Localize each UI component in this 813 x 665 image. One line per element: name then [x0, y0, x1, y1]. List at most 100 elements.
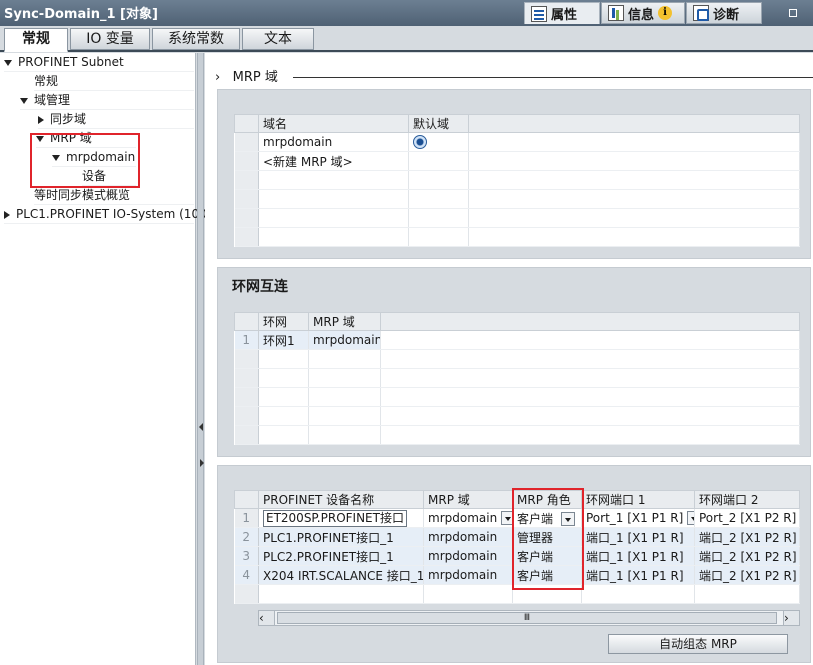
tab-texts[interactable]: 文本: [242, 28, 314, 50]
auto-configure-mrp-button[interactable]: 自动组态 MRP: [608, 634, 788, 654]
scroll-right-icon[interactable]: ›: [783, 611, 799, 625]
info-icon: [608, 5, 624, 21]
default-domain-cell[interactable]: [408, 132, 469, 152]
table-row[interactable]: <新建 MRP 域>: [234, 151, 800, 171]
device-name-cell[interactable]: PLC1.PROFINET接口_1: [258, 527, 424, 547]
section-divider: [293, 77, 813, 78]
expand-right-icon[interactable]: [200, 459, 204, 467]
tab-properties-label: 属性: [551, 8, 578, 23]
default-domain-radio[interactable]: [413, 135, 427, 150]
ring-port-1-cell[interactable]: 端口_1 [X1 P1 R]: [581, 546, 695, 566]
column-header-ring-port-1[interactable]: 环网端口 1: [581, 490, 695, 509]
tab-properties[interactable]: 属性: [524, 2, 600, 24]
properties-content: › MRP 域 域名 默认域 mrpdomain <新建 MRP 域> 环网互连…: [205, 53, 813, 665]
row-number: 2: [234, 527, 259, 547]
table-row[interactable]: 1 环网1 mrpdomain: [234, 330, 800, 350]
window-controls[interactable]: [787, 6, 809, 18]
row-number: 3: [234, 546, 259, 566]
scrollbar-thumb[interactable]: Ⅲ: [277, 612, 777, 624]
ring-port-1-cell[interactable]: 端口_1 [X1 P1 R]: [581, 565, 695, 585]
row-number-header: [234, 312, 259, 331]
window-title: Sync-Domain_1 [对象]: [4, 7, 158, 22]
tree-item-label: 域管理: [34, 93, 71, 107]
property-tabs: 常规 IO 变量 系统常数 文本: [0, 26, 813, 52]
tree-item-label: 等时同步模式概览: [34, 188, 131, 202]
tree-item-io-system[interactable]: PLC1.PROFINET IO-System (100): [4, 205, 211, 224]
expand-arrow-icon[interactable]: [20, 97, 28, 104]
column-header-device-name[interactable]: PROFINET 设备名称: [258, 490, 424, 509]
tree-item-isochronous-overview[interactable]: 等时同步模式概览: [34, 186, 194, 205]
device-role-panel: PROFINET 设备名称 MRP 域 MRP 角色 环网端口 1 环网端口 2…: [217, 465, 811, 663]
tab-info[interactable]: 信息 i: [601, 2, 685, 24]
ring-table: 环网 MRP 域 1 环网1 mrpdomain: [234, 312, 800, 445]
dropdown-arrow-icon[interactable]: [687, 511, 694, 526]
navigation-tree: PROFINET Subnet 常规 域管理 同步域 MRP 域 mrpdoma…: [0, 53, 211, 665]
ring-port-2-cell[interactable]: Port_2 [X1 P2 R]: [694, 508, 800, 528]
ring-port-1-cell[interactable]: 端口_1 [X1 P1 R]: [581, 527, 695, 547]
tree-item-label: PROFINET Subnet: [18, 55, 124, 69]
ring-port-1-cell[interactable]: Port_1 [X1 P1 R]: [581, 508, 695, 528]
row-number-header: [234, 114, 259, 133]
new-domain-cell[interactable]: <新建 MRP 域>: [258, 151, 409, 171]
mrp-domain-panel: 域名 默认域 mrpdomain <新建 MRP 域>: [217, 89, 811, 259]
ring-port-2-cell[interactable]: 端口_2 [X1 P2 R]: [694, 546, 800, 566]
column-header-domain-name[interactable]: 域名: [258, 114, 409, 133]
collapse-left-icon[interactable]: [199, 423, 203, 431]
breadcrumb: › MRP 域: [215, 66, 278, 85]
tree-item-general[interactable]: 常规: [34, 72, 194, 91]
row-number: [234, 132, 259, 152]
domain-name-cell[interactable]: mrpdomain: [258, 132, 409, 152]
tab-io-tags[interactable]: IO 变量: [70, 28, 150, 50]
ring-port-2-value: Port_2 [X1 P2 R]: [699, 510, 797, 525]
device-name-input[interactable]: ET200SP.PROFINET接口: [263, 509, 407, 527]
ring-port-2-cell[interactable]: 端口_2 [X1 P2 R]: [694, 565, 800, 585]
column-header-ring-port-2[interactable]: 环网端口 2: [694, 490, 800, 509]
column-header-mrp-domain[interactable]: MRP 域: [423, 490, 513, 509]
tree-item-profinet-subnet[interactable]: PROFINET Subnet: [4, 53, 194, 72]
table-row[interactable]: mrpdomain: [234, 132, 800, 152]
collapse-arrow-icon[interactable]: [38, 115, 44, 124]
panel-splitter[interactable]: [197, 53, 204, 665]
panel-title: 环网互连: [232, 279, 288, 295]
scroll-left-icon[interactable]: ‹: [259, 611, 275, 625]
row-number-header: [234, 490, 259, 509]
restore-icon[interactable]: [789, 9, 797, 17]
device-name-cell[interactable]: ET200SP.PROFINET接口: [258, 508, 424, 528]
dropdown-arrow-icon[interactable]: [501, 511, 512, 526]
tab-general[interactable]: 常规: [4, 28, 68, 52]
device-name-cell[interactable]: X204 IRT.SCALANCE 接口_1: [258, 565, 424, 585]
row-number: 4: [234, 565, 259, 585]
tab-diagnostics[interactable]: 诊断: [686, 2, 762, 24]
tab-system-constants[interactable]: 系统常数: [152, 28, 240, 50]
tree-item-sync-domain[interactable]: 同步域: [38, 110, 194, 129]
ring-port-2-cell[interactable]: 端口_2 [X1 P2 R]: [694, 527, 800, 547]
info-indicator-icon: i: [658, 6, 673, 20]
diagnostics-icon: [693, 5, 709, 21]
horizontal-scrollbar[interactable]: ‹ Ⅲ ›: [258, 610, 800, 626]
column-header-ring[interactable]: 环网: [258, 312, 309, 331]
domain-cell[interactable]: mrpdomain: [308, 330, 381, 350]
expand-arrow-icon[interactable]: [4, 59, 12, 66]
mrp-domain-table: 域名 默认域 mrpdomain <新建 MRP 域>: [234, 114, 800, 247]
mrp-domain-cell[interactable]: mrpdomain: [423, 565, 513, 585]
device-name-cell[interactable]: PLC2.PROFINET接口_1: [258, 546, 424, 566]
ring-port-1-value: Port_1 [X1 P1 R]: [586, 510, 684, 525]
role-highlight-box: [512, 488, 584, 590]
inspector-title-bar: Sync-Domain_1 [对象] 属性 信息 i 诊断: [0, 0, 813, 26]
mrp-domain-cell[interactable]: mrpdomain: [423, 527, 513, 547]
breadcrumb-arrow-icon: ›: [215, 70, 221, 85]
tab-diagnostics-label: 诊断: [713, 7, 740, 23]
tree-item-domain-management[interactable]: 域管理: [20, 91, 194, 110]
column-header-mrp-domain[interactable]: MRP 域: [308, 312, 381, 331]
column-header-default-domain[interactable]: 默认域: [408, 114, 469, 133]
tree-item-label: 常规: [34, 74, 59, 88]
tab-info-label: 信息: [628, 7, 655, 23]
collapse-arrow-icon[interactable]: [4, 210, 10, 219]
ring-cell[interactable]: 环网1: [258, 330, 309, 350]
highlight-box: [30, 133, 140, 188]
mrp-domain-cell[interactable]: mrpdomain: [423, 546, 513, 566]
row-number: 1: [234, 508, 259, 528]
row-number: 1: [234, 330, 259, 350]
properties-icon: [531, 5, 547, 22]
mrp-domain-cell[interactable]: mrpdomain: [423, 508, 513, 528]
